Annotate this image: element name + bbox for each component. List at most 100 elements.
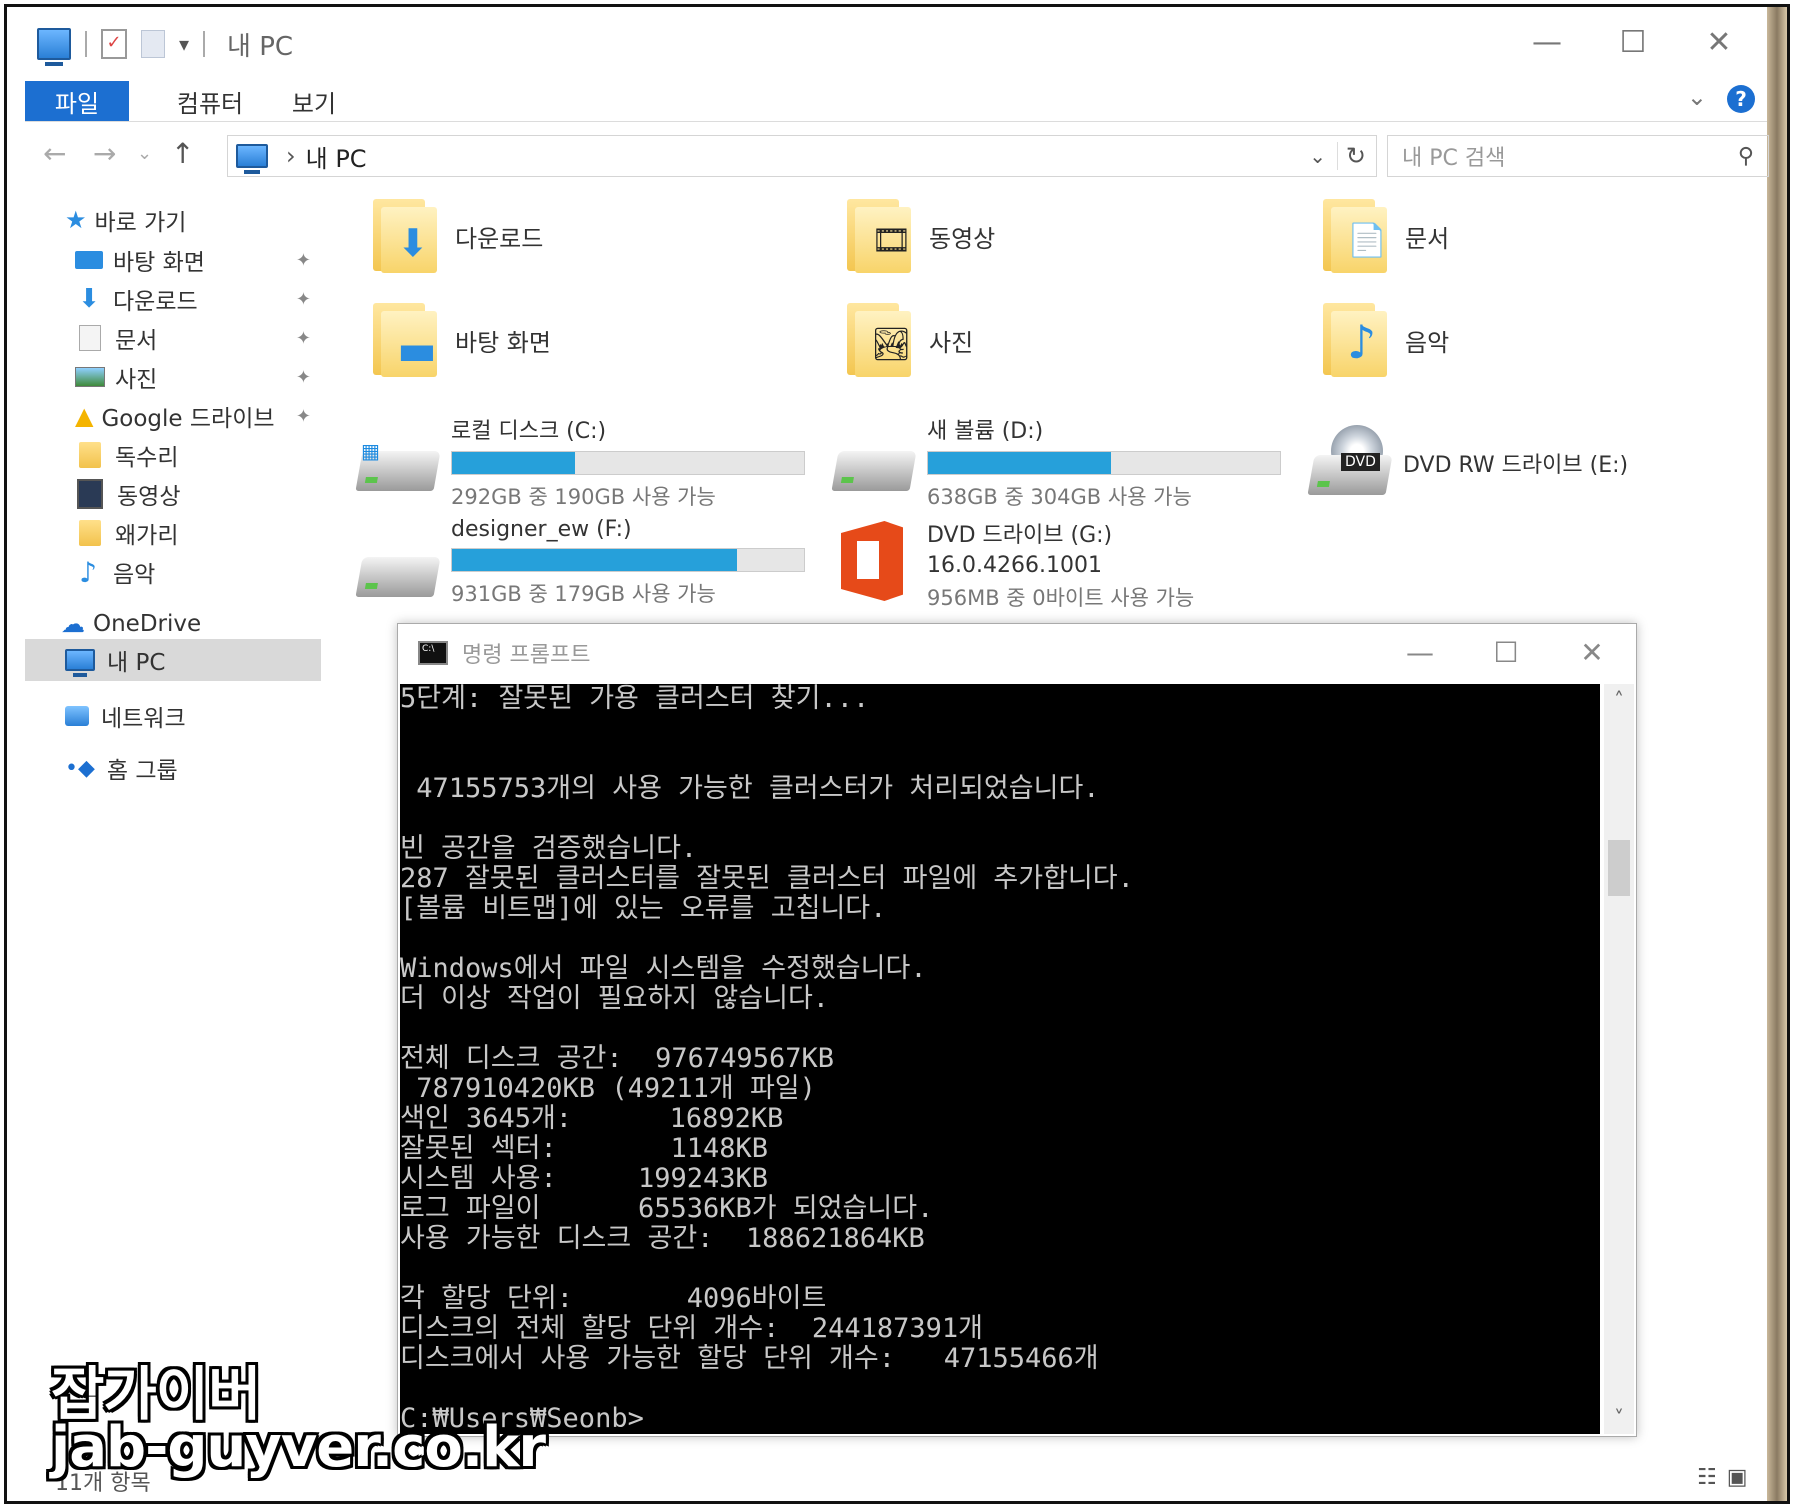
forward-button[interactable]: → bbox=[93, 137, 116, 170]
sidebar-item-label: 문서 bbox=[115, 328, 158, 354]
address-history-icon[interactable]: ⌄ bbox=[1309, 144, 1326, 168]
sidebar-item-desktop[interactable]: 바탕 화면 ✦ bbox=[75, 239, 321, 281]
folder-desktop[interactable]: ▬ 바탕 화면 bbox=[373, 303, 551, 377]
watermark-url: jab-guyver.co.kr bbox=[51, 1415, 546, 1480]
folder-icon bbox=[79, 520, 101, 546]
recent-locations-icon[interactable]: ⌄ bbox=[137, 143, 152, 164]
drive-label: 로컬 디스크 (C:) bbox=[451, 419, 607, 444]
console-line: 디스크의 전체 할당 단위 개수: 244187391개 bbox=[400, 1313, 984, 1344]
quick-access-toolbar: ✓ ▾ 내 PC bbox=[37, 26, 293, 66]
customize-toolbar-icon[interactable]: ▾ bbox=[179, 32, 189, 56]
maximize-button[interactable]: ☐ bbox=[1605, 17, 1661, 67]
sidebar-item-music[interactable]: ♪ 음악 bbox=[75, 551, 321, 593]
details-view-icon[interactable]: ☷ bbox=[1697, 1465, 1717, 1490]
scrollbar[interactable]: ˄ ˅ bbox=[1604, 684, 1634, 1434]
new-folder-icon[interactable] bbox=[141, 30, 165, 58]
folder-label: 음악 bbox=[1405, 328, 1450, 357]
drive-c[interactable]: ▦ 로컬 디스크 (C:) 292GB 중 190GB 사용 가능 bbox=[355, 413, 819, 509]
sidebar-item-this-pc[interactable]: 내 PC bbox=[25, 639, 321, 681]
usage-fill bbox=[452, 452, 576, 474]
maximize-button[interactable]: ☐ bbox=[1476, 630, 1536, 674]
drive-free-space: 638GB 중 304GB 사용 가능 bbox=[927, 485, 1192, 509]
properties-icon[interactable]: ✓ bbox=[101, 29, 127, 59]
large-icons-view-icon[interactable]: ▣ bbox=[1727, 1465, 1748, 1490]
sidebar-item-homegroup[interactable]: •◆ 홈 그룹 bbox=[65, 747, 321, 789]
search-box[interactable]: 내 PC 검색 ⚲ bbox=[1387, 135, 1769, 177]
desktop-folder-icon: ▬ bbox=[373, 303, 437, 377]
up-button[interactable]: ↑ bbox=[171, 137, 194, 170]
tab-file[interactable]: 파일 bbox=[25, 81, 129, 121]
hard-drive-icon bbox=[831, 451, 917, 491]
sidebar-item-folder[interactable]: 독수리 bbox=[75, 434, 321, 476]
pc-icon[interactable] bbox=[37, 28, 71, 66]
drive-d[interactable]: 새 볼륨 (D:) 638GB 중 304GB 사용 가능 bbox=[831, 413, 1295, 509]
help-button[interactable]: ? bbox=[1727, 85, 1755, 113]
console-icon[interactable] bbox=[418, 641, 448, 665]
sidebar-item-videos[interactable]: 동영상 bbox=[75, 473, 321, 515]
tab-computer[interactable]: 컴퓨터 bbox=[155, 81, 265, 121]
drive-f[interactable]: designer_ew (F:) 931GB 중 179GB 사용 가능 bbox=[355, 517, 819, 607]
sidebar-item-google-drive[interactable]: ▲ Google 드라이브 ✦ bbox=[75, 395, 321, 437]
explorer-window: ✓ ▾ 내 PC — ☐ ✕ 파일 컴퓨터 보기 ⌄ ? ← → ⌄ ↑ › 내… bbox=[4, 4, 1790, 1504]
search-input[interactable]: 내 PC 검색 bbox=[1402, 140, 1505, 172]
pin-icon[interactable]: ✦ bbox=[296, 289, 311, 310]
sidebar-item-quick-access[interactable]: ★ 바로 가기 bbox=[65, 199, 361, 241]
cmd-title-bar: 명령 프롬프트 — ☐ ✕ bbox=[398, 624, 1636, 682]
console-line: 더 이상 작업이 필요하지 않습니다. bbox=[400, 983, 830, 1014]
pin-icon[interactable]: ✦ bbox=[296, 250, 311, 271]
console-line: 색인 3645개: 16892KB bbox=[400, 1103, 784, 1134]
star-icon: ★ bbox=[65, 206, 87, 234]
sidebar-item-label: 동영상 bbox=[117, 484, 181, 510]
sidebar-item-label: 왜가리 bbox=[115, 523, 179, 549]
sidebar-item-label: 독수리 bbox=[115, 445, 179, 471]
scroll-up-button[interactable]: ˄ bbox=[1604, 688, 1634, 712]
console-line: 787910420KB (49211개 파일) bbox=[400, 1073, 816, 1104]
refresh-button[interactable]: ↻ bbox=[1336, 142, 1366, 170]
folder-music[interactable]: ♪ 음악 bbox=[1323, 303, 1449, 377]
pin-icon[interactable]: ✦ bbox=[296, 328, 311, 349]
sidebar-item-network[interactable]: 네트워크 bbox=[65, 695, 321, 737]
drive-free-space: 292GB 중 190GB 사용 가능 bbox=[451, 485, 716, 509]
divider bbox=[85, 31, 87, 57]
usage-fill bbox=[928, 452, 1112, 474]
office-logo-inner bbox=[857, 541, 879, 579]
drive-free-space: 931GB 중 179GB 사용 가능 bbox=[451, 582, 716, 606]
sidebar-item-pictures[interactable]: 사진 ✦ bbox=[75, 356, 321, 398]
console-output[interactable]: 5단계: 잘못된 가용 클러스터 찾기... 47155753개의 사용 가능한… bbox=[400, 684, 1600, 1434]
google-drive-icon: ▲ bbox=[75, 402, 94, 430]
sidebar-item-downloads[interactable]: ⬇ 다운로드 ✦ bbox=[75, 278, 321, 320]
pc-icon bbox=[236, 144, 268, 174]
folder-documents[interactable]: 📄 문서 bbox=[1323, 199, 1449, 273]
close-button[interactable]: ✕ bbox=[1691, 17, 1747, 67]
minimize-button[interactable]: — bbox=[1519, 17, 1575, 67]
drive-e[interactable]: DVD DVD RW 드라이브 (E:) bbox=[1307, 425, 1711, 505]
folder-videos[interactable]: 🎞 동영상 bbox=[847, 199, 995, 273]
content-area: ⬇ 다운로드 🎞 동영상 📄 문서 ▬ 바탕 화면 🏞 사진 ♪ 음악 ▦ 로컬… bbox=[347, 199, 1727, 629]
folder-pictures[interactable]: 🏞 사진 bbox=[847, 303, 973, 377]
pin-icon[interactable]: ✦ bbox=[296, 406, 311, 427]
sidebar-item-folder[interactable]: 왜가리 bbox=[75, 512, 321, 554]
sidebar-item-label: Google 드라이브 bbox=[101, 406, 275, 432]
back-button[interactable]: ← bbox=[43, 137, 66, 170]
search-icon[interactable]: ⚲ bbox=[1738, 144, 1754, 169]
ribbon-expand-icon[interactable]: ⌄ bbox=[1687, 83, 1707, 111]
drive-version: 16.0.4266.1001 bbox=[927, 553, 1102, 578]
sidebar-item-documents[interactable]: 문서 ✦ bbox=[75, 317, 321, 359]
scroll-down-button[interactable]: ˅ bbox=[1604, 1406, 1634, 1430]
pin-icon[interactable]: ✦ bbox=[296, 367, 311, 388]
scroll-thumb[interactable] bbox=[1608, 840, 1630, 896]
sidebar-item-label: 음악 bbox=[113, 562, 156, 588]
tab-view[interactable]: 보기 bbox=[269, 81, 359, 121]
minimize-button[interactable]: — bbox=[1390, 630, 1450, 674]
breadcrumb-location[interactable]: 내 PC bbox=[306, 139, 367, 174]
address-bar[interactable]: › 내 PC ⌄ ↻ bbox=[227, 135, 1377, 177]
close-button[interactable]: ✕ bbox=[1562, 630, 1622, 674]
cmd-title: 명령 프롬프트 bbox=[462, 643, 591, 668]
folder-downloads[interactable]: ⬇ 다운로드 bbox=[373, 199, 543, 273]
drive-g[interactable]: DVD 드라이브 (G:) 16.0.4266.1001 956MB 중 0바이… bbox=[835, 517, 1295, 610]
onedrive-icon: ☁ bbox=[61, 610, 85, 638]
